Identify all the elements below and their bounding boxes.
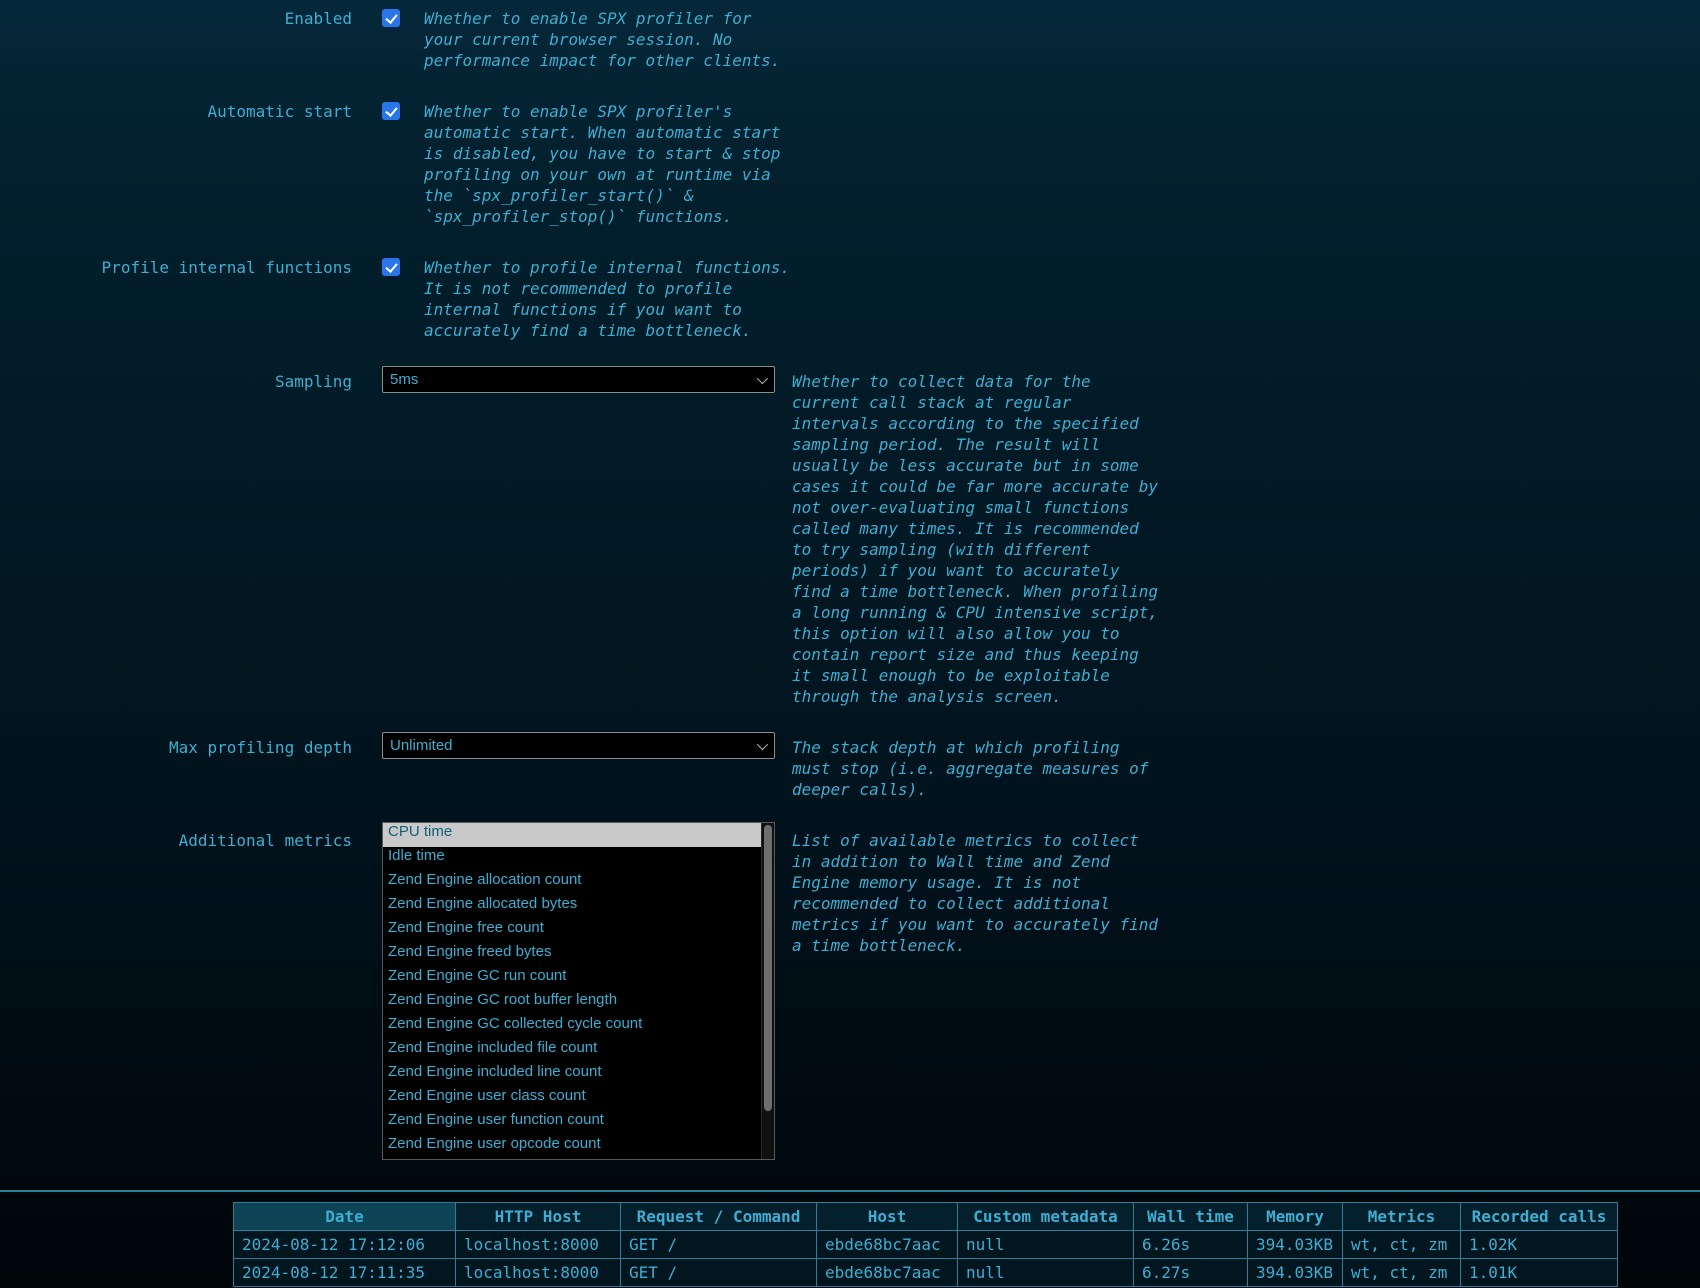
cell-date[interactable]: 2024-08-12 17:11:35 — [234, 1259, 456, 1287]
cell-request-command[interactable]: GET / — [621, 1259, 817, 1287]
profile-internal-checkbox[interactable] — [382, 258, 400, 276]
cell-metrics[interactable]: wt, ct, zm — [1343, 1231, 1461, 1259]
column-header[interactable]: HTTP Host — [456, 1203, 621, 1231]
sampling-description: Whether to collect data for the current … — [792, 371, 1232, 707]
additional-metrics-description: List of available metrics to collect in … — [792, 830, 1232, 956]
metric-option[interactable]: Zend Engine user opcode count — [383, 1135, 761, 1159]
max-depth-select[interactable]: Unlimited — [382, 732, 775, 759]
checkmark-icon — [385, 104, 397, 117]
table-header-row: Date HTTP Host Request / Command Host Cu… — [234, 1203, 1618, 1231]
cell-wall-time[interactable]: 6.26s — [1134, 1231, 1248, 1259]
cell-host[interactable]: ebde68bc7aac — [817, 1231, 958, 1259]
max-depth-label: Max profiling depth — [0, 737, 352, 758]
automatic-start-label: Automatic start — [0, 101, 352, 122]
listbox-scrollbar[interactable] — [761, 823, 774, 1159]
cell-http-host[interactable]: localhost:8000 — [456, 1259, 621, 1287]
cell-custom-metadata[interactable]: null — [958, 1231, 1134, 1259]
sampling-select-value: 5ms — [390, 371, 418, 388]
column-header[interactable]: Host — [817, 1203, 958, 1231]
cell-request-command[interactable]: GET / — [621, 1231, 817, 1259]
sampling-select[interactable]: 5ms — [382, 366, 775, 393]
additional-metrics-listbox[interactable]: CPU time Idle time Zend Engine allocatio… — [382, 822, 775, 1160]
spx-control-panel: Enabled Whether to enable SPX profiler f… — [0, 0, 1700, 1287]
reports-table: Date HTTP Host Request / Command Host Cu… — [233, 1202, 1618, 1287]
column-header[interactable]: Date — [234, 1203, 456, 1231]
cell-host[interactable]: ebde68bc7aac — [817, 1259, 958, 1287]
cell-metrics[interactable]: wt, ct, zm — [1343, 1259, 1461, 1287]
row-automatic-start: Automatic start Whether to enable SPX pr… — [0, 101, 1700, 227]
cell-date[interactable]: 2024-08-12 17:12:06 — [234, 1231, 456, 1259]
max-depth-select-value: Unlimited — [390, 737, 453, 754]
cell-custom-metadata[interactable]: null — [958, 1259, 1134, 1287]
enabled-description: Whether to enable SPX profiler for your … — [424, 8, 864, 71]
divider — [0, 1190, 1700, 1192]
max-depth-description: The stack depth at which profiling must … — [792, 737, 1232, 800]
metric-option[interactable]: Idle time — [383, 847, 761, 871]
config-form: Enabled Whether to enable SPX profiler f… — [0, 8, 1700, 1160]
cell-recorded-calls[interactable]: 1.01K — [1461, 1259, 1618, 1287]
enabled-checkbox[interactable] — [382, 9, 400, 27]
profile-internal-description: Whether to profile internal functions. I… — [424, 257, 864, 341]
column-header[interactable]: Metrics — [1343, 1203, 1461, 1231]
metric-option[interactable]: Zend Engine free count — [383, 919, 761, 943]
column-header[interactable]: Recorded calls — [1461, 1203, 1618, 1231]
metrics-options: CPU time Idle time Zend Engine allocatio… — [383, 823, 774, 1159]
enabled-label: Enabled — [0, 8, 352, 29]
checkmark-icon — [385, 260, 397, 273]
table-row[interactable]: 2024-08-12 17:11:35 localhost:8000 GET /… — [234, 1259, 1618, 1287]
automatic-start-checkbox[interactable] — [382, 102, 400, 120]
metric-option[interactable]: Zend Engine user class count — [383, 1087, 761, 1111]
metric-option[interactable]: Zend Engine GC root buffer length — [383, 991, 761, 1015]
metric-option[interactable]: Zend Engine user function count — [383, 1111, 761, 1135]
column-header[interactable]: Request / Command — [621, 1203, 817, 1231]
metric-option[interactable]: Zend Engine included line count — [383, 1063, 761, 1087]
table-row[interactable]: 2024-08-12 17:12:06 localhost:8000 GET /… — [234, 1231, 1618, 1259]
cell-memory[interactable]: 394.03KB — [1248, 1259, 1343, 1287]
sampling-label: Sampling — [0, 371, 352, 392]
column-header[interactable]: Memory — [1248, 1203, 1343, 1231]
row-enabled: Enabled Whether to enable SPX profiler f… — [0, 8, 1700, 71]
chevron-down-icon — [757, 738, 768, 749]
chevron-down-icon — [757, 372, 768, 383]
metric-option[interactable]: Zend Engine GC run count — [383, 967, 761, 991]
cell-wall-time[interactable]: 6.27s — [1134, 1259, 1248, 1287]
row-profile-internal-functions: Profile internal functions Whether to pr… — [0, 257, 1700, 341]
metric-option[interactable]: CPU time — [383, 823, 761, 847]
cell-http-host[interactable]: localhost:8000 — [456, 1231, 621, 1259]
metric-option[interactable]: Zend Engine GC collected cycle count — [383, 1015, 761, 1039]
row-sampling: Sampling 5ms Whether to collect data for… — [0, 371, 1700, 707]
column-header[interactable]: Wall time — [1134, 1203, 1248, 1231]
metric-option[interactable]: Zend Engine freed bytes — [383, 943, 761, 967]
metric-option[interactable]: Zend Engine included file count — [383, 1039, 761, 1063]
cell-memory[interactable]: 394.03KB — [1248, 1231, 1343, 1259]
metric-option[interactable]: Zend Engine allocation count — [383, 871, 761, 895]
profile-internal-label: Profile internal functions — [0, 257, 352, 278]
row-additional-metrics: Additional metrics CPU time Idle time Ze… — [0, 830, 1700, 1160]
additional-metrics-label: Additional metrics — [0, 830, 352, 851]
row-max-profiling-depth: Max profiling depth Unlimited The stack … — [0, 737, 1700, 800]
column-header[interactable]: Custom metadata — [958, 1203, 1134, 1231]
table-body: 2024-08-12 17:12:06 localhost:8000 GET /… — [234, 1231, 1618, 1287]
scrollbar-thumb[interactable] — [764, 825, 772, 1111]
cell-recorded-calls[interactable]: 1.02K — [1461, 1231, 1618, 1259]
checkmark-icon — [385, 11, 397, 24]
metric-option[interactable]: Zend Engine allocated bytes — [383, 895, 761, 919]
automatic-start-description: Whether to enable SPX profiler's automat… — [424, 101, 864, 227]
